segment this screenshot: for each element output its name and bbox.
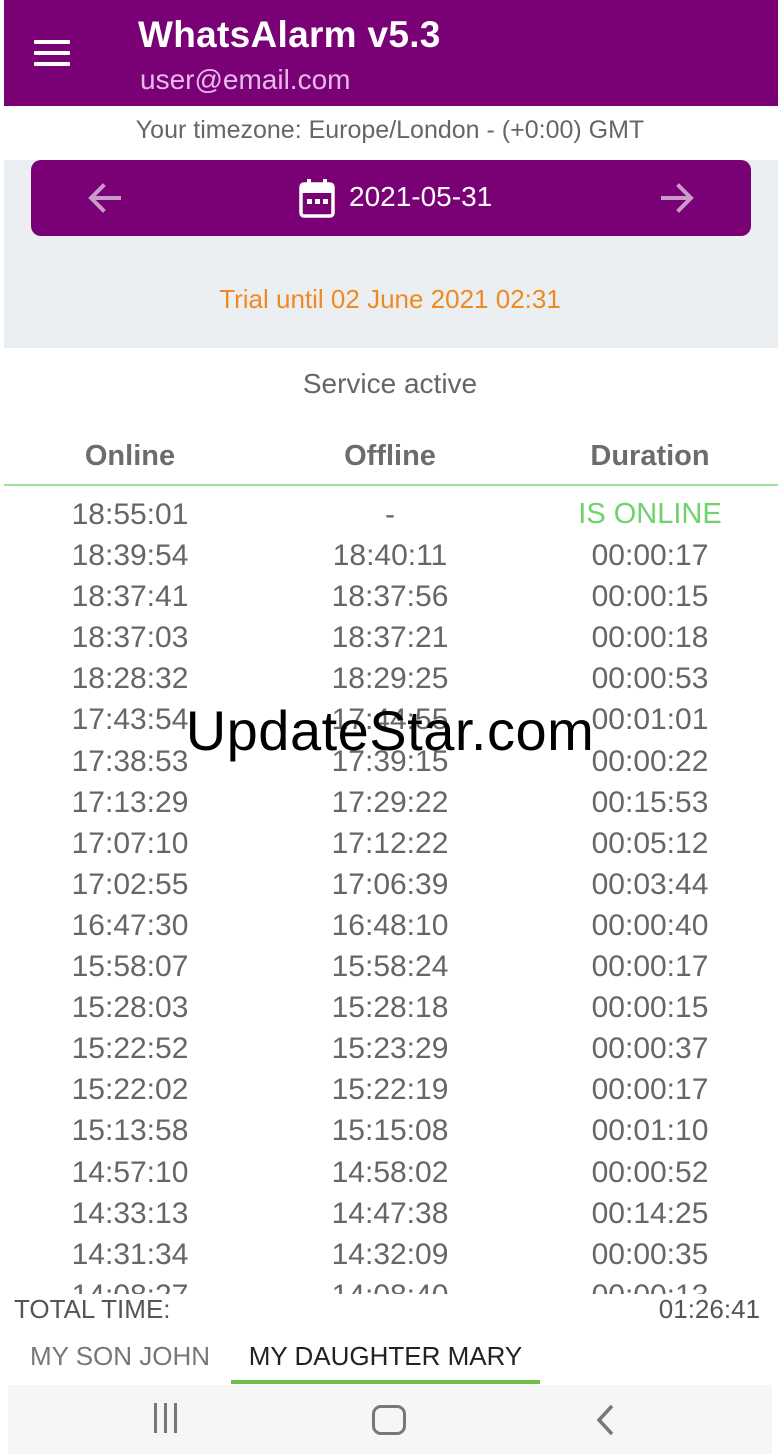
duration-cell: 00:00:17	[591, 1073, 709, 1107]
table-row: 17:02:55 17:06:39 00:03:44	[0, 864, 780, 905]
selected-date[interactable]: 2021-05-31	[349, 181, 492, 213]
offline-time-cell: 17:12:22	[331, 826, 449, 860]
online-time-cell: 18:55:01	[71, 498, 189, 531]
session-list[interactable]: 18:55:01 - IS ONLINE 18:39:54 18:40:11 00:00:…	[0, 494, 780, 1294]
offline-time-cell: 18:29:25	[331, 662, 449, 696]
offline-time-cell: 15:28:18	[331, 991, 449, 1025]
table-row: 14:57:10 14:58:02 00:00:52	[0, 1152, 780, 1193]
table-row: 15:22:52 15:23:29 00:00:37	[0, 1028, 780, 1069]
duration-cell: 00:00:18	[591, 621, 709, 655]
duration-cell: 00:00:17	[591, 539, 709, 573]
table-row: 18:55:01 - IS ONLINE	[0, 494, 780, 535]
calendar-icon[interactable]	[299, 178, 335, 218]
duration-cell: 00:00:52	[591, 1155, 709, 1189]
tab-my-daughter-mary[interactable]: MY DAUGHTER MARY	[231, 1326, 540, 1382]
header-divider	[4, 484, 778, 486]
duration-cell: 00:00:35	[591, 1237, 709, 1271]
duration-cell: 00:00:17	[591, 950, 709, 984]
column-header-offline: Offline	[344, 440, 436, 472]
home-icon[interactable]	[372, 1405, 406, 1435]
duration-cell: 00:03:44	[591, 867, 709, 901]
duration-cell: IS ONLINE	[578, 498, 722, 530]
offline-time-cell: 18:37:21	[331, 621, 449, 655]
offline-time-cell: 16:48:10	[331, 908, 449, 942]
online-time-cell: 14:33:13	[71, 1196, 189, 1230]
offline-time-cell: 14:32:09	[331, 1237, 449, 1271]
table-row: 18:28:32 18:29:25 00:00:53	[0, 658, 780, 699]
duration-cell: 00:00:13	[520, 1275, 780, 1294]
table-row: 14:31:34 14:32:09 00:00:35	[0, 1234, 780, 1275]
table-row: 14:33:13 14:47:38 00:14:25	[0, 1193, 780, 1234]
duration-cell: 00:00:15	[591, 580, 709, 614]
offline-time-cell: 15:15:08	[331, 1114, 449, 1148]
table-row: 15:22:02 15:22:19 00:00:17	[0, 1069, 780, 1110]
app-bar: WhatsAlarm v5.3 user@email.com	[4, 0, 778, 106]
table-row: 18:39:54 18:40:11 00:00:17	[0, 535, 780, 576]
table-row: 16:47:30 16:48:10 00:00:40	[0, 905, 780, 946]
offline-time-cell: 18:40:11	[332, 539, 448, 573]
online-time-cell: 15:13:58	[71, 1114, 189, 1148]
selected-tab-indicator	[231, 1380, 540, 1384]
arrow-right-icon[interactable]	[653, 174, 701, 222]
online-time-cell: 14:08:27	[0, 1275, 260, 1294]
online-time-cell: 16:47:30	[71, 908, 189, 942]
online-time-cell: 18:39:54	[71, 539, 189, 573]
online-time-cell: 14:31:34	[71, 1237, 189, 1271]
arrow-left-icon[interactable]	[81, 174, 129, 222]
table-row: 17:07:10 17:12:22 00:05:12	[0, 823, 780, 864]
user-email: user@email.com	[140, 64, 351, 95]
offline-time-cell: 18:37:56	[331, 580, 449, 614]
trial-notice: Trial until 02 June 2021 02:31	[219, 284, 561, 314]
duration-cell: 00:00:53	[591, 662, 709, 696]
duration-cell: 00:14:25	[591, 1196, 709, 1230]
online-time-cell: 17:13:29	[71, 785, 189, 819]
online-time-cell: 15:22:02	[71, 1073, 189, 1107]
duration-cell: 00:05:12	[591, 826, 709, 860]
date-navigator: 2021-05-31	[31, 160, 751, 236]
watermark-text: UpdateStar.com	[185, 699, 595, 762]
offline-time-cell: 15:23:29	[331, 1032, 449, 1066]
table-row: 15:58:07 15:58:24 00:00:17	[0, 946, 780, 987]
timezone-text: Your timezone: Europe/London - (+0:00) G…	[135, 116, 645, 144]
tab-my-son-john[interactable]: MY SON JOHN	[10, 1326, 230, 1382]
online-time-cell: 18:37:03	[71, 621, 189, 655]
duration-cell: 00:01:10	[591, 1114, 709, 1148]
online-time-cell: 15:28:03	[71, 991, 189, 1025]
duration-cell: 00:00:40	[591, 908, 709, 942]
table-row: 14:08:2714:08:4000:00:13	[0, 1275, 780, 1294]
column-header-duration: Duration	[590, 440, 710, 472]
recents-icon[interactable]	[154, 1403, 188, 1437]
total-time-value: 01:26:41	[658, 1294, 760, 1324]
online-time-cell: 17:07:10	[71, 826, 189, 860]
offline-time-cell: 17:06:39	[331, 867, 449, 901]
duration-cell: 00:00:37	[591, 1032, 709, 1066]
table-row: 18:37:03 18:37:21 00:00:18	[0, 617, 780, 658]
system-nav-bar	[8, 1385, 772, 1454]
duration-cell: 00:00:15	[591, 991, 709, 1025]
offline-time-cell: -	[385, 498, 395, 531]
online-time-cell: 18:28:32	[71, 662, 189, 696]
online-time-cell: 18:37:41	[71, 580, 189, 614]
table-row: 17:13:29 17:29:22 00:15:53	[0, 782, 780, 823]
app-title: WhatsAlarm v5.3	[138, 14, 441, 55]
online-time-cell: 15:58:07	[71, 950, 189, 984]
column-header-online: Online	[84, 440, 176, 472]
offline-time-cell: 15:58:24	[331, 950, 449, 984]
offline-time-cell: 14:58:02	[331, 1155, 449, 1189]
online-time-cell: 14:57:10	[71, 1155, 189, 1189]
offline-time-cell: 15:22:19	[331, 1073, 449, 1107]
online-time-cell: 15:22:52	[71, 1032, 189, 1066]
service-status: Service active	[302, 368, 478, 399]
total-time-label: TOTAL TIME:	[14, 1294, 171, 1324]
duration-cell: 00:15:53	[591, 785, 709, 819]
table-row: 15:28:03 15:28:18 00:00:15	[0, 987, 780, 1028]
online-time-cell: 17:02:55	[71, 867, 189, 901]
back-icon[interactable]	[594, 1403, 618, 1437]
offline-time-cell: 17:29:22	[331, 785, 449, 819]
table-row: 15:13:58 15:15:08 00:01:10	[0, 1110, 780, 1151]
offline-time-cell: 14:47:38	[331, 1196, 449, 1230]
table-row: 18:37:41 18:37:56 00:00:15	[0, 576, 780, 617]
hamburger-menu-icon[interactable]	[34, 36, 82, 70]
offline-time-cell: 14:08:40	[260, 1275, 520, 1294]
